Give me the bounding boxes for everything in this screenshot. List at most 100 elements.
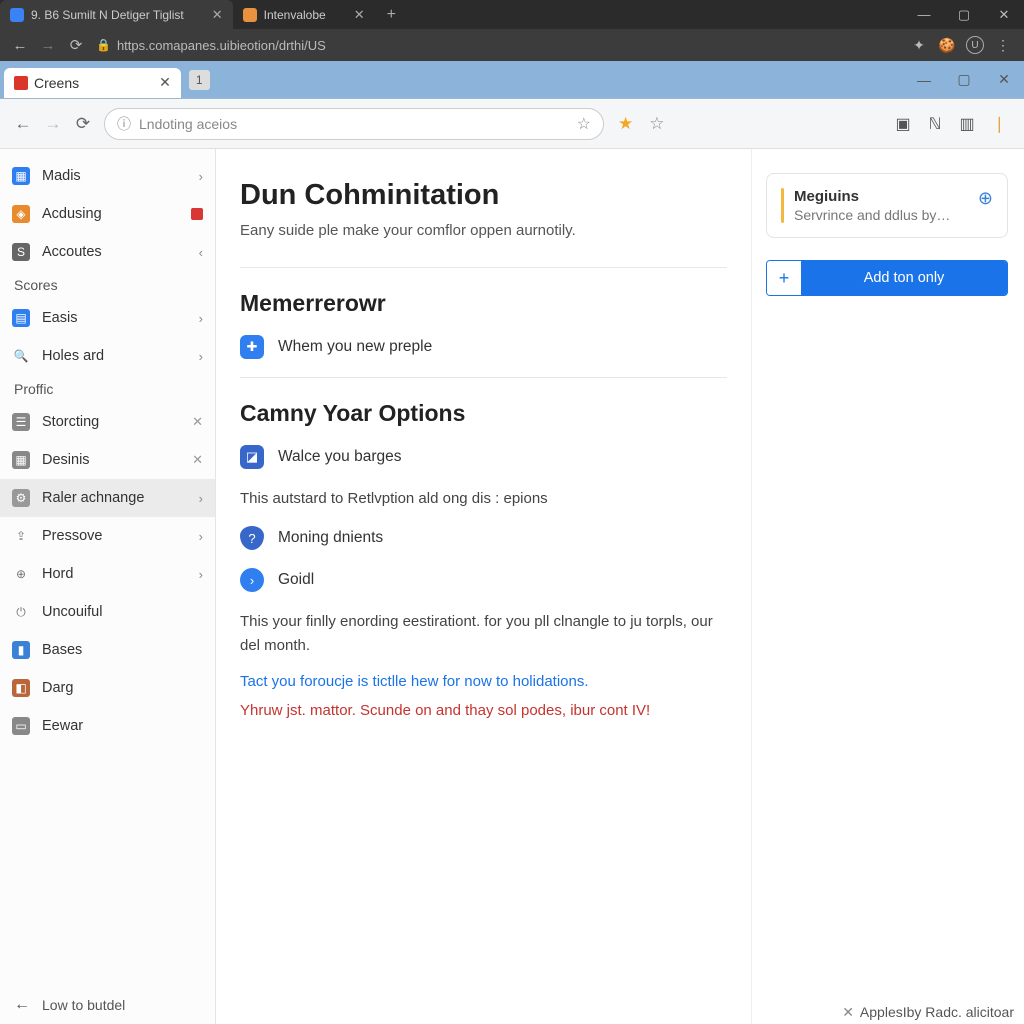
info-link[interactable]: Tact you foroucje is tictlle hew for now… bbox=[240, 673, 727, 690]
globe-icon[interactable]: ⊕ bbox=[978, 188, 993, 209]
back-arrow-icon: ← bbox=[14, 996, 30, 1014]
add-button[interactable]: + Add ton only bbox=[766, 260, 1008, 296]
page-subtitle: Eany suide ple make your comflor oppen a… bbox=[240, 222, 727, 239]
sidebar-item-label: Easis bbox=[42, 310, 77, 326]
arrows-icon: ⇪ bbox=[12, 527, 30, 545]
add-button-label: Add ton only bbox=[801, 261, 1007, 295]
sidebar-item-madis[interactable]: ▦ Madis › bbox=[0, 157, 215, 195]
sidebar-item-storcting[interactable]: ☰ Storcting ✕ bbox=[0, 403, 215, 441]
star-outline-icon[interactable]: ☆ bbox=[577, 114, 591, 134]
sidebar-item-accoutes[interactable]: S Accoutes ‹ bbox=[0, 233, 215, 271]
folder-icon: ▦ bbox=[12, 167, 30, 185]
sidebar-item-label: Hord bbox=[42, 566, 73, 582]
shield-question-icon: ? bbox=[240, 526, 264, 550]
outer-url-text: https.comapanes.uibieotion/drthi/US bbox=[117, 38, 326, 53]
inner-close-button[interactable]: ✕ bbox=[984, 71, 1024, 88]
inner-url-input[interactable]: ⓘ Lndoting aceios ☆ bbox=[104, 108, 604, 140]
remove-icon[interactable]: ✕ bbox=[192, 452, 203, 468]
outer-tab-2[interactable]: Intenvalobe ✕ bbox=[233, 0, 375, 29]
back-button[interactable]: ← bbox=[6, 37, 34, 54]
sidebar-item-raler[interactable]: ⚙ Raler achnange › bbox=[0, 479, 215, 517]
sidebar-item-eewar[interactable]: ▭ Eewar bbox=[0, 707, 215, 745]
overflow-menu-icon[interactable]: ⋮ bbox=[994, 36, 1012, 54]
close-window-button[interactable]: ✕ bbox=[984, 7, 1024, 23]
sidebar-item-label: Storcting bbox=[42, 414, 99, 430]
dismiss-icon[interactable]: ✕ bbox=[842, 1004, 854, 1021]
sidebar-item-bases[interactable]: ▮ Bases bbox=[0, 631, 215, 669]
info-card[interactable]: Megiuins Servrince and ddlus by… ⊕ bbox=[766, 173, 1008, 238]
sidebar-item-easis[interactable]: ▤ Easis › bbox=[0, 299, 215, 337]
inner-url-text: Lndoting aceios bbox=[139, 116, 237, 132]
accent-bar bbox=[781, 188, 784, 223]
outer-tab-1-label: 9. B6 Sumilt N Detiger Tiglist bbox=[31, 8, 184, 22]
archive-icon: ▭ bbox=[12, 717, 30, 735]
screenshot-icon[interactable]: ▣ bbox=[896, 114, 911, 134]
inner-forward-button[interactable]: → bbox=[38, 114, 68, 134]
table-icon: ▦ bbox=[12, 451, 30, 469]
divider bbox=[240, 267, 727, 268]
option-label: Whem you new preple bbox=[278, 338, 432, 356]
sidebar-footer[interactable]: ← Low to butdel bbox=[0, 986, 215, 1024]
sidebar-item-desinis[interactable]: ▦ Desinis ✕ bbox=[0, 441, 215, 479]
article: Dun Cohminitation Eany suide ple make yo… bbox=[216, 149, 752, 1024]
new-tab-button[interactable]: + bbox=[375, 6, 408, 24]
inner-tab[interactable]: Creens ✕ bbox=[4, 68, 181, 98]
sidebar-item-label: Eewar bbox=[42, 718, 83, 734]
sidebar-item-label: Uncouiful bbox=[42, 604, 102, 620]
sidebar-item-uncouiful[interactable]: ⏻ Uncouiful bbox=[0, 593, 215, 631]
cloud-icon bbox=[10, 8, 24, 22]
outer-tab-1[interactable]: 9. B6 Sumilt N Detiger Tiglist ✕ bbox=[0, 0, 233, 29]
warning-link[interactable]: Yhruw jst. mattor. Scunde on and thay so… bbox=[240, 702, 727, 719]
star-outline-icon[interactable]: ☆ bbox=[649, 114, 664, 134]
close-icon[interactable]: ✕ bbox=[159, 74, 171, 91]
sidebar-item-label: Acdusing bbox=[42, 206, 102, 222]
inner-maximize-button[interactable]: ▢ bbox=[944, 71, 984, 88]
reader-icon[interactable]: ℕ bbox=[929, 114, 942, 134]
sidebar-item-holes[interactable]: 🔍 Holes ard › bbox=[0, 337, 215, 375]
sidebar-item-pressove[interactable]: ⇪ Pressove › bbox=[0, 517, 215, 555]
gear-icon: ⚙ bbox=[12, 489, 30, 507]
minimize-button[interactable]: — bbox=[904, 7, 944, 22]
sidebar-item-hord[interactable]: ⊕ Hord › bbox=[0, 555, 215, 593]
close-icon[interactable]: ✕ bbox=[354, 7, 365, 23]
option-row-2[interactable]: ◪ Walce you barges bbox=[240, 445, 727, 469]
content-area: Dun Cohminitation Eany suide ple make yo… bbox=[216, 149, 1024, 1024]
inner-minimize-button[interactable]: — bbox=[904, 72, 944, 88]
chevron-right-icon: › bbox=[199, 349, 203, 364]
status-text: ApplesIby Radc. alicitoar bbox=[860, 1004, 1014, 1020]
option-row-3[interactable]: ? Moning dnients bbox=[240, 526, 727, 550]
option-label: Moning dnients bbox=[278, 529, 383, 547]
option-row-4[interactable]: › Goidl bbox=[240, 568, 727, 592]
bookmark-star-icon[interactable]: ★ bbox=[618, 114, 633, 134]
section-heading-1: Memerrerowr bbox=[240, 290, 727, 317]
library-icon[interactable]: ▥ bbox=[959, 114, 974, 134]
wallet-icon: ◪ bbox=[240, 445, 264, 469]
sidebar-item-acdusing[interactable]: ◈ Acdusing bbox=[0, 195, 215, 233]
option-label: Walce you barges bbox=[278, 448, 402, 466]
tab-count-badge: 1 bbox=[189, 70, 210, 90]
chevron-right-icon: › bbox=[240, 568, 264, 592]
cookie-icon[interactable]: 🍪 bbox=[938, 36, 956, 54]
sidebar-item-label: Accoutes bbox=[42, 244, 102, 260]
page-title: Dun Cohminitation bbox=[240, 179, 727, 212]
list-icon: ☰ bbox=[12, 413, 30, 431]
maximize-button[interactable]: ▢ bbox=[944, 7, 984, 23]
forward-button[interactable]: → bbox=[34, 37, 62, 54]
sidebar-item-label: Bases bbox=[42, 642, 82, 658]
reload-button[interactable]: ⟳ bbox=[62, 36, 90, 54]
cursor-icon[interactable]: ❘ bbox=[993, 114, 1006, 134]
outer-url-bar[interactable]: 🔒 https.comapanes.uibieotion/drthi/US bbox=[90, 38, 904, 53]
sidebar-item-darg[interactable]: ◧ Darg bbox=[0, 669, 215, 707]
outer-url-bar-row: ← → ⟳ 🔒 https.comapanes.uibieotion/drthi… bbox=[0, 29, 1024, 61]
sidebar-section-label: Scores bbox=[14, 277, 58, 293]
sidebar-footer-label: Low to butdel bbox=[42, 997, 125, 1013]
option-row-1[interactable]: ✚ Whem you new preple bbox=[240, 335, 727, 359]
remove-icon[interactable]: ✕ bbox=[192, 414, 203, 430]
extension-icon[interactable]: ✦ bbox=[910, 36, 928, 54]
profile-icon[interactable]: U bbox=[966, 36, 984, 54]
inner-reload-button[interactable]: ⟳ bbox=[68, 114, 98, 134]
app-icon bbox=[14, 76, 28, 90]
inner-back-button[interactable]: ← bbox=[8, 114, 38, 134]
close-icon[interactable]: ✕ bbox=[212, 7, 223, 23]
chevron-left-icon: ‹ bbox=[199, 245, 203, 260]
